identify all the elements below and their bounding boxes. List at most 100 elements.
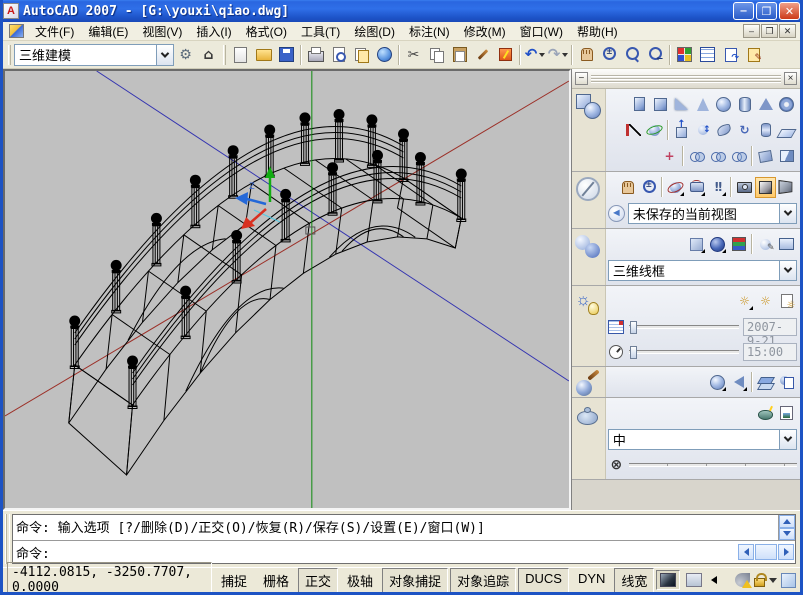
visual-style-box-button[interactable] bbox=[686, 234, 707, 255]
zoom-previous-button[interactable] bbox=[644, 43, 667, 66]
render-panel-icon[interactable] bbox=[575, 402, 601, 428]
undo-button[interactable]: ↶ bbox=[523, 43, 546, 66]
cylinder-button[interactable] bbox=[734, 94, 755, 115]
render-preset-combo[interactable]: 中 bbox=[608, 429, 797, 450]
walk-button[interactable]: !! bbox=[707, 177, 728, 198]
sheet-set-manager-button[interactable] bbox=[719, 43, 742, 66]
toolbar-lock-icon[interactable] bbox=[754, 578, 765, 587]
menu-view[interactable]: 视图(V) bbox=[135, 22, 189, 41]
toggle-otrack[interactable]: 对象追踪 bbox=[450, 568, 516, 593]
command-scroll-up-button[interactable] bbox=[779, 515, 795, 528]
zoom-button[interactable] bbox=[638, 177, 659, 198]
designcenter-button[interactable] bbox=[696, 43, 719, 66]
materials-panel-icon[interactable] bbox=[575, 371, 601, 397]
spline-button[interactable] bbox=[623, 120, 644, 141]
restore-button[interactable]: ❐ bbox=[756, 2, 777, 20]
communication-center-icon[interactable] bbox=[735, 573, 750, 587]
visual-style-combo[interactable]: 三维线框 bbox=[608, 260, 797, 281]
apply-material-button[interactable] bbox=[728, 372, 749, 393]
press-pull-button[interactable] bbox=[692, 120, 713, 141]
toggle-dyn[interactable]: DYN bbox=[571, 568, 612, 593]
save-button[interactable] bbox=[275, 43, 298, 66]
box-button[interactable] bbox=[650, 94, 671, 115]
sun-status-button[interactable]: ☼ bbox=[755, 291, 776, 312]
toolbar-grip[interactable] bbox=[223, 45, 226, 65]
wedge-button[interactable] bbox=[671, 94, 692, 115]
dashboard-close-button[interactable]: × bbox=[784, 72, 797, 85]
edge-settings-button[interactable] bbox=[755, 234, 776, 255]
named-view-combo-arrow-icon[interactable] bbox=[779, 204, 796, 223]
revolve-button[interactable]: ↻ bbox=[734, 120, 755, 141]
visual-styles-manager-button[interactable] bbox=[728, 234, 749, 255]
paste-button[interactable] bbox=[448, 43, 471, 66]
torus-button[interactable] bbox=[776, 94, 797, 115]
menu-tools[interactable]: 工具(T) bbox=[294, 22, 347, 41]
cut-button[interactable]: ✂ bbox=[402, 43, 425, 66]
save-workspace-button[interactable]: ⌂ bbox=[197, 43, 220, 66]
undo-dropdown-arrow-icon[interactable] bbox=[539, 53, 545, 57]
qnew-button[interactable] bbox=[229, 43, 252, 66]
visual-style-combo-arrow-icon[interactable] bbox=[779, 261, 796, 280]
perspective-projection-button[interactable] bbox=[776, 177, 797, 198]
subtract-button[interactable] bbox=[707, 146, 728, 167]
redo-button[interactable]: ↷ bbox=[546, 43, 569, 66]
workspace-settings-button[interactable]: ⚙ bbox=[174, 43, 197, 66]
render-preset-combo-arrow-icon[interactable] bbox=[779, 430, 796, 449]
toggle-ducs[interactable]: DUCS bbox=[518, 568, 569, 593]
render-settings-button[interactable] bbox=[776, 403, 797, 424]
doc-close-button[interactable]: ✕ bbox=[779, 24, 796, 38]
toggle-osnap[interactable]: 对象捕捉 bbox=[382, 568, 448, 593]
command-prompt-text[interactable]: 命令: bbox=[13, 543, 738, 562]
render-output-icon[interactable]: ⊗ bbox=[608, 456, 625, 473]
close-button[interactable]: ✕ bbox=[779, 2, 800, 20]
model-space-button[interactable] bbox=[656, 570, 680, 590]
sun-date-slider[interactable] bbox=[629, 325, 739, 329]
zoom-window-button[interactable] bbox=[621, 43, 644, 66]
menu-edit[interactable]: 编辑(E) bbox=[81, 22, 135, 41]
render-quality-slider[interactable] bbox=[629, 463, 797, 467]
cone-button[interactable] bbox=[692, 94, 713, 115]
parallel-projection-button[interactable] bbox=[755, 177, 776, 198]
markup-set-manager-button[interactable] bbox=[742, 43, 765, 66]
command-history-text[interactable]: 命令: 输入选项 [?/删除(D)/正交(O)/恢复(R)/保存(S)/设置(E… bbox=[13, 515, 778, 540]
3d-navigate-panel-icon[interactable] bbox=[575, 176, 601, 202]
menu-modify[interactable]: 修改(M) bbox=[457, 22, 513, 41]
attach-by-layer-button[interactable] bbox=[755, 372, 776, 393]
publish-button[interactable] bbox=[350, 43, 373, 66]
open-button[interactable] bbox=[252, 43, 275, 66]
sun-date-field[interactable]: 2007-9-21 bbox=[743, 318, 797, 336]
planar-surface-button[interactable] bbox=[776, 120, 797, 141]
sweep-button[interactable] bbox=[713, 120, 734, 141]
menu-window[interactable]: 窗口(W) bbox=[513, 22, 570, 41]
loft-button[interactable] bbox=[755, 120, 776, 141]
pan-button[interactable] bbox=[575, 43, 598, 66]
properties-button[interactable] bbox=[673, 43, 696, 66]
drawing-file-icon[interactable] bbox=[9, 24, 24, 38]
dashboard-minimize-button[interactable]: − bbox=[575, 72, 588, 85]
materials-manager-button[interactable] bbox=[776, 372, 797, 393]
3d-make-panel-icon[interactable] bbox=[575, 93, 601, 119]
light-list-button[interactable] bbox=[776, 291, 797, 312]
sun-time-slider[interactable] bbox=[629, 350, 739, 354]
command-scroll-right-button[interactable] bbox=[778, 544, 794, 560]
sphere-button[interactable] bbox=[713, 94, 734, 115]
polysolid-button[interactable] bbox=[629, 94, 650, 115]
status-flyout-arrow-icon[interactable] bbox=[711, 576, 717, 584]
toggle-lwt[interactable]: 线宽 bbox=[614, 568, 654, 593]
layout-button[interactable] bbox=[682, 570, 706, 590]
intersect-button[interactable] bbox=[728, 146, 749, 167]
3d-dwf-button[interactable] bbox=[373, 43, 396, 66]
clean-screen-button[interactable] bbox=[781, 573, 796, 588]
doc-minimize-button[interactable]: ‒ bbox=[743, 24, 760, 38]
sun-time-field[interactable]: 15:00 bbox=[743, 343, 797, 361]
section-plane-button[interactable] bbox=[776, 146, 797, 167]
light-panel-icon[interactable] bbox=[575, 290, 601, 316]
doc-restore-button[interactable]: ❐ bbox=[761, 24, 778, 38]
dashboard-grip[interactable] bbox=[591, 75, 781, 83]
visual-style-panel-icon[interactable] bbox=[575, 233, 601, 259]
toggle-grid[interactable]: 栅格 bbox=[256, 568, 296, 593]
coordinates-display[interactable]: -4112.0815, -3250.7707, 0.0000 bbox=[7, 562, 212, 595]
minimize-button[interactable]: ‒ bbox=[733, 2, 754, 20]
command-scroll-down-button[interactable] bbox=[779, 528, 795, 541]
pan-button[interactable] bbox=[617, 177, 638, 198]
